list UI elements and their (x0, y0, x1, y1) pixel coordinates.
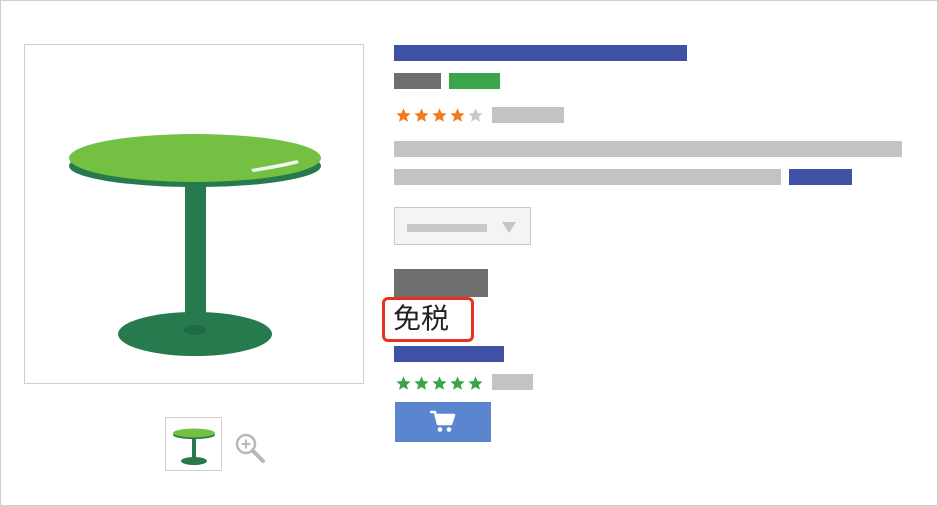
star-filled-icon (468, 375, 483, 390)
category-badge-placeholder (449, 73, 500, 89)
round-table-icon (173, 428, 215, 465)
review-count-placeholder[interactable] (492, 107, 564, 123)
seller-rating-stars[interactable] (395, 372, 485, 394)
star-filled-icon (414, 375, 429, 390)
description-line-placeholder (394, 169, 781, 185)
star-empty-icon (468, 107, 483, 122)
read-more-link-placeholder[interactable] (789, 169, 852, 185)
chevron-down-icon (502, 222, 516, 233)
thumbnail-image[interactable] (165, 417, 222, 471)
star-filled-icon (432, 107, 447, 122)
star-filled-icon (396, 107, 411, 122)
description-line-placeholder (394, 141, 902, 157)
star-filled-icon (432, 375, 447, 390)
product-title-placeholder[interactable] (394, 45, 687, 61)
zoom-in-icon (235, 433, 265, 463)
seller-review-count-placeholder[interactable] (492, 374, 533, 390)
rating-stars[interactable] (395, 104, 485, 126)
brand-badge-placeholder (394, 73, 441, 89)
dropdown-value-placeholder (407, 224, 487, 232)
star-filled-icon (396, 375, 411, 390)
price-placeholder (394, 269, 488, 297)
star-filled-icon (414, 107, 429, 122)
seller-name-placeholder[interactable] (394, 346, 504, 362)
star-filled-icon (450, 107, 465, 122)
variant-dropdown[interactable] (394, 207, 531, 245)
add-to-cart-button[interactable] (395, 402, 491, 442)
product-card: 免税 (0, 0, 938, 506)
shopping-cart-icon (430, 410, 456, 432)
star-filled-icon (450, 375, 465, 390)
tax-free-label: 免税 (393, 302, 450, 335)
product-image[interactable] (24, 44, 364, 384)
round-table-icon (69, 134, 321, 356)
zoom-in-button[interactable] (233, 431, 267, 465)
